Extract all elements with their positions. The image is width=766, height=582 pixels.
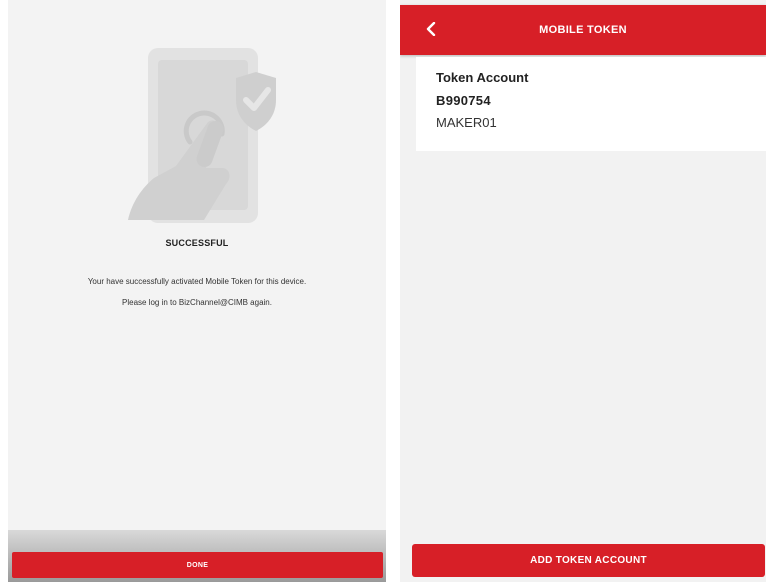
app-header: MOBILE TOKEN — [400, 5, 766, 55]
token-account-number: B990754 — [436, 93, 491, 108]
success-screen: SUCCESSFUL Your have successfully activa… — [8, 0, 386, 582]
phone-touch-shield-check-icon — [118, 38, 288, 238]
token-account-heading: Token Account — [436, 70, 529, 85]
token-account-card[interactable]: Token Account B990754 MAKER01 — [416, 57, 766, 151]
add-token-account-button[interactable]: ADD TOKEN ACCOUNT — [412, 544, 765, 577]
header-title: MOBILE TOKEN — [539, 24, 627, 36]
mobile-token-screen: MOBILE TOKEN Token Account B990754 MAKER… — [400, 0, 766, 582]
chevron-left-icon[interactable] — [420, 18, 442, 40]
done-button[interactable]: DONE — [12, 552, 383, 578]
success-message: Your have successfully activated Mobile … — [87, 277, 307, 286]
success-title: SUCCESSFUL — [165, 238, 229, 248]
token-account-user: MAKER01 — [436, 115, 497, 130]
login-instruction: Please log in to BizChannel@CIMB again. — [122, 298, 272, 307]
